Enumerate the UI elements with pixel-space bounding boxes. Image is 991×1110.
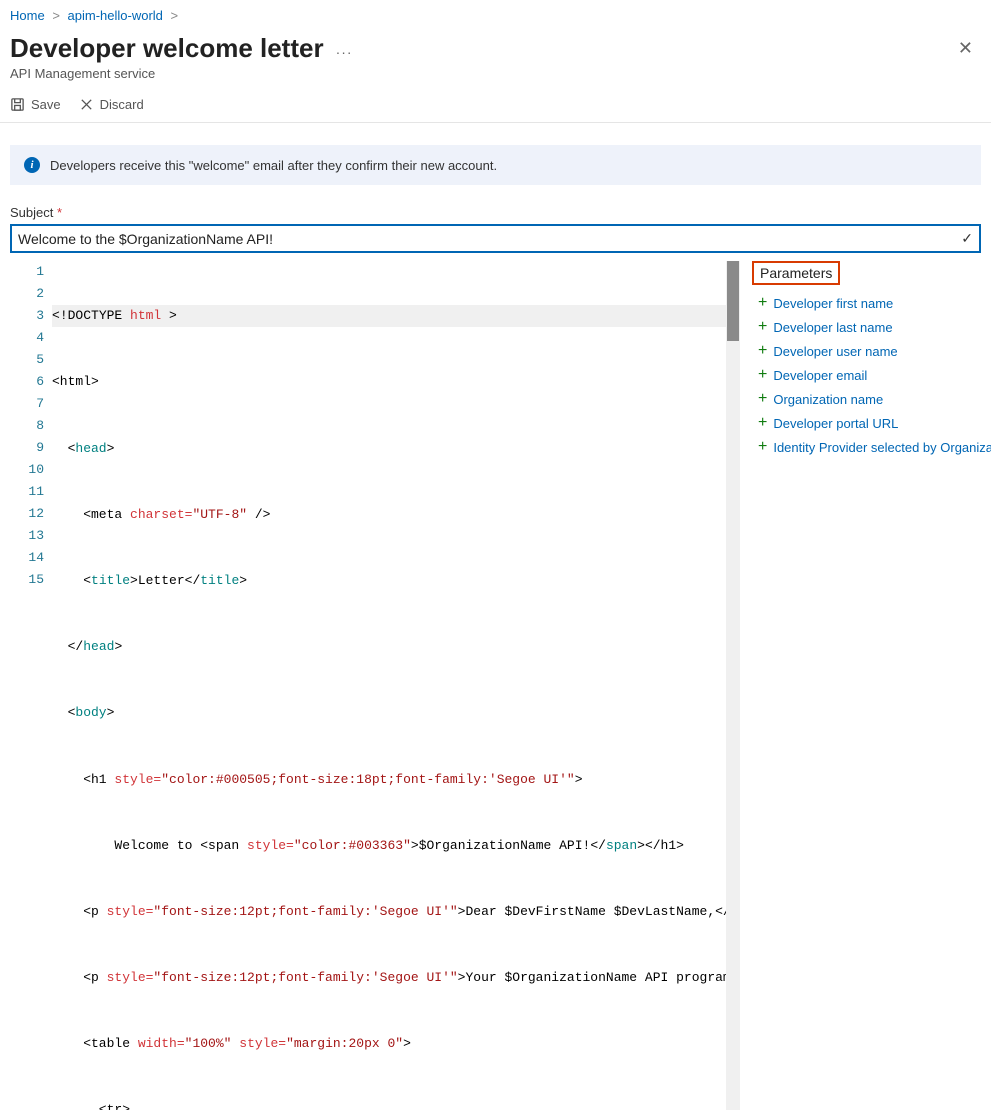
close-icon — [79, 97, 94, 112]
save-icon — [10, 97, 25, 112]
param-dev-first-name[interactable]: +Developer first name — [752, 291, 991, 315]
param-dev-portal-url[interactable]: +Developer portal URL — [752, 411, 991, 435]
subject-label: Subject * — [0, 205, 991, 224]
plus-icon: + — [758, 294, 767, 312]
toolbar: Save Discard — [0, 91, 991, 123]
plus-icon: + — [758, 318, 767, 336]
plus-icon: + — [758, 414, 767, 432]
code-editor[interactable]: 123456789101112131415 <!DOCTYPE html > <… — [10, 261, 740, 1110]
param-identity-provider[interactable]: +Identity Provider selected by Organizat… — [752, 435, 991, 459]
save-label: Save — [31, 97, 61, 112]
breadcrumb: Home > apim-hello-world > — [0, 0, 991, 27]
code-content[interactable]: <!DOCTYPE html > <html> <head> <meta cha… — [52, 261, 726, 1110]
save-button[interactable]: Save — [10, 97, 61, 112]
param-dev-last-name[interactable]: +Developer last name — [752, 315, 991, 339]
close-button[interactable]: ✕ — [950, 34, 981, 63]
chevron-right-icon: > — [171, 8, 179, 23]
chevron-right-icon: > — [52, 8, 60, 23]
info-text: Developers receive this "welcome" email … — [50, 158, 497, 173]
required-indicator: * — [57, 205, 62, 220]
param-org-name[interactable]: +Organization name — [752, 387, 991, 411]
subject-input[interactable]: Welcome to the $OrganizationName API! ✓ — [10, 224, 981, 253]
param-dev-user-name[interactable]: +Developer user name — [752, 339, 991, 363]
scrollbar-thumb[interactable] — [727, 261, 739, 341]
plus-icon: + — [758, 366, 767, 384]
info-banner: i Developers receive this "welcome" emai… — [10, 145, 981, 185]
line-gutter: 123456789101112131415 — [10, 261, 52, 1110]
check-icon: ✓ — [961, 230, 973, 247]
plus-icon: + — [758, 438, 767, 456]
subject-value: Welcome to the $OrganizationName API! — [18, 231, 961, 247]
breadcrumb-service[interactable]: apim-hello-world — [68, 8, 163, 23]
info-icon: i — [24, 157, 40, 173]
page-subtitle: API Management service — [0, 64, 991, 91]
page-title: Developer welcome letter — [10, 33, 324, 64]
plus-icon: + — [758, 342, 767, 360]
parameters-title: Parameters — [752, 261, 840, 285]
param-dev-email[interactable]: +Developer email — [752, 363, 991, 387]
scrollbar-vertical[interactable] — [726, 261, 740, 1110]
more-actions-button[interactable]: ··· — [336, 44, 353, 60]
parameters-panel: Parameters +Developer first name +Develo… — [740, 261, 991, 1110]
discard-button[interactable]: Discard — [79, 97, 144, 112]
plus-icon: + — [758, 390, 767, 408]
discard-label: Discard — [100, 97, 144, 112]
breadcrumb-home[interactable]: Home — [10, 8, 45, 23]
